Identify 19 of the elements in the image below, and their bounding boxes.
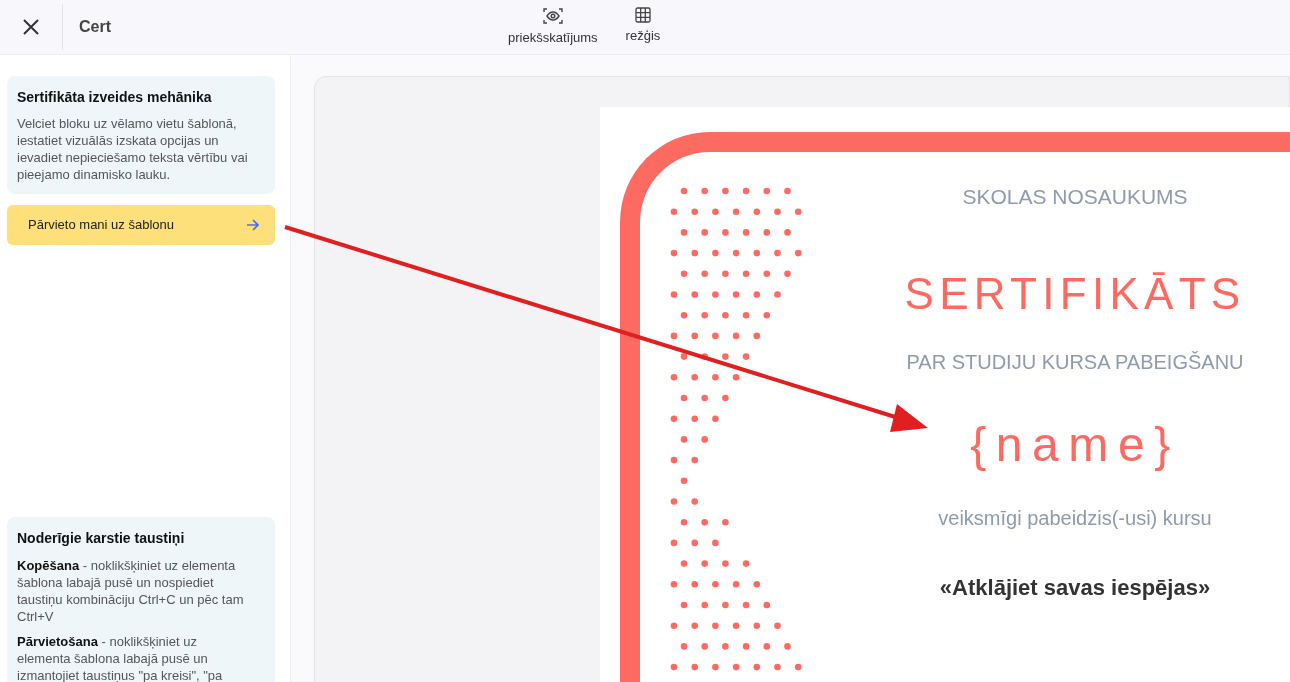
hotkey-description: Pārvietošana - noklikšķiniet uz elementa šablona labajā pusē un izmantojiet taustiņus "pa kreisi", "pa [17, 633, 224, 682]
eye-icon [542, 6, 563, 25]
preview-button[interactable]: priekšskatījums [504, 6, 602, 48]
grid-icon [634, 6, 651, 23]
info-title: Sertifikāta izveides mehānika [17, 88, 213, 107]
grid-button[interactable]: režģis [621, 6, 665, 48]
hotkeys-title: Noderīgie karstie taustiņi [17, 529, 186, 548]
school-name: SKOLAS NOSAUKUMS [962, 184, 1188, 210]
draggable-block[interactable]: Pārvieto mani uz šablonu [7, 205, 275, 245]
info-text: Velciet bloku uz vēlamo vietu šablonā, iestatiet vizuālās izskata opcijas un ievadiet nepieciešamo teksta vērtību vai pieejamo dinamisko lauku. [17, 115, 249, 183]
document-title: Cert [79, 17, 111, 37]
certificate-subtitle: PAR STUDIJU KURSA PABEIGŠANU [906, 349, 1244, 375]
completion-text: veiksmīgi pabeidzis(-usi) kursu [938, 505, 1212, 531]
course-name: «Atklājiet savas iespējas» [939, 573, 1211, 602]
hotkey-description: Kopēšana - noklikšķiniet uz elementa šablona labajā pusē un nospiediet taustiņu kombināciju Ctrl+C un pēc tam Ctrl+V [17, 557, 245, 625]
recipient-name-variable: {name} [970, 416, 1180, 473]
close-icon [22, 18, 40, 36]
arrow-right-icon [246, 219, 259, 231]
certificate-title: SERTIFIKĀTS [904, 267, 1246, 320]
